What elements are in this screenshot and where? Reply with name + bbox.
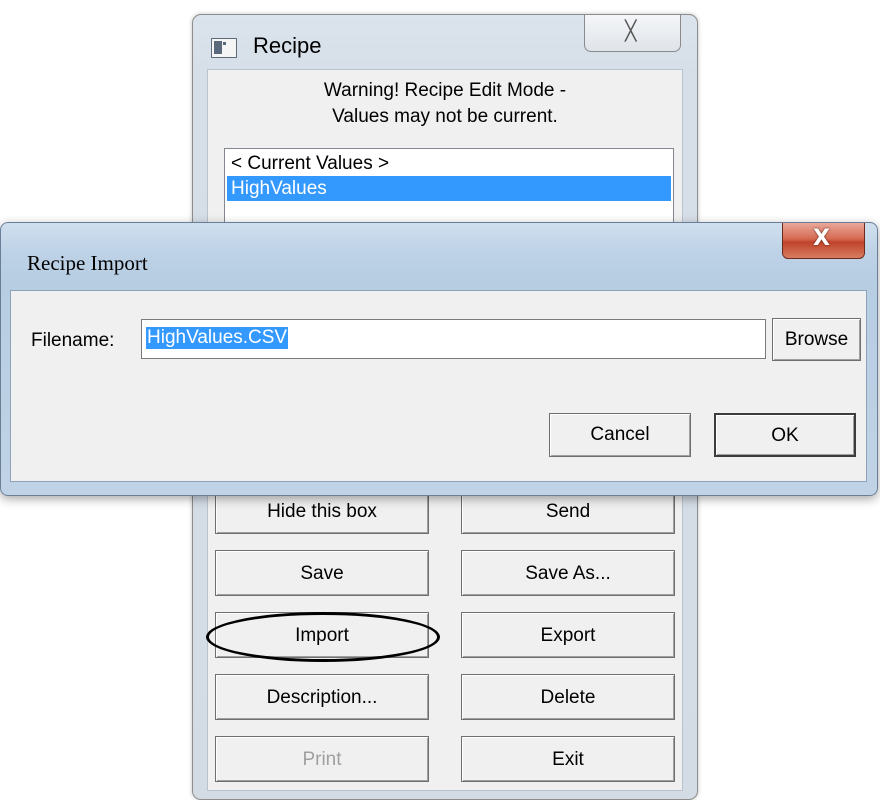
recipe-close-button[interactable]: ╳: [584, 15, 681, 52]
close-icon: ╳: [625, 20, 637, 42]
import-client-area: Filename: HighValues.CSV Browse Cancel O…: [10, 290, 867, 482]
import-dialog-title: Recipe Import: [27, 251, 148, 275]
save-button[interactable]: Save: [215, 550, 429, 596]
import-highlight-oval: [206, 612, 440, 662]
browse-button[interactable]: Browse: [772, 318, 861, 361]
warning-line-2: Values may not be current.: [332, 106, 558, 127]
filename-value: HighValues.CSV: [146, 327, 289, 349]
import-close-button[interactable]: X: [782, 223, 865, 259]
exit-button[interactable]: Exit: [461, 736, 675, 782]
close-icon: X: [813, 226, 830, 251]
export-button[interactable]: Export: [461, 612, 675, 658]
filename-label: Filename:: [31, 330, 115, 351]
recipe-import-dialog: Recipe Import X Filename: HighValues.CSV…: [0, 222, 878, 496]
description-button[interactable]: Description...: [215, 674, 429, 720]
warning-line-1: Warning! Recipe Edit Mode -: [323, 80, 567, 101]
save-as-button[interactable]: Save As...: [461, 550, 675, 596]
filename-input[interactable]: HighValues.CSV: [141, 319, 766, 359]
print-button: Print: [215, 736, 429, 782]
recipe-window-title: Recipe: [253, 33, 322, 58]
list-item-selected[interactable]: HighValues: [227, 176, 671, 201]
delete-button[interactable]: Delete: [461, 674, 675, 720]
cancel-button[interactable]: Cancel: [549, 413, 691, 457]
list-item[interactable]: < Current Values >: [227, 151, 671, 176]
app-window-icon: [211, 38, 237, 58]
ok-button[interactable]: OK: [714, 413, 856, 457]
